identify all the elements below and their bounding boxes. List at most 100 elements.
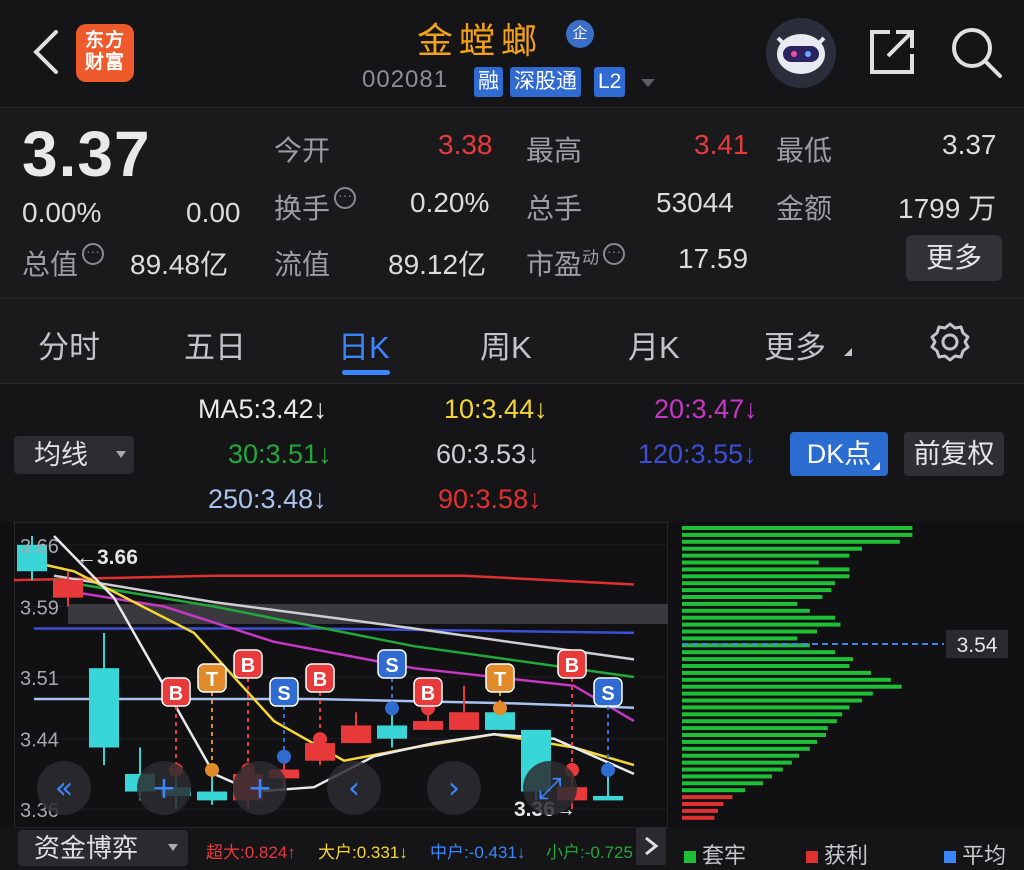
- chart-nav-icon: ‹: [348, 771, 360, 806]
- chip-bar: [682, 664, 850, 668]
- chart-nav-icon: +: [247, 771, 272, 806]
- signal-letter: S: [385, 655, 398, 677]
- legend-trapped: 套牢: [684, 838, 746, 870]
- signal-letter: B: [169, 683, 183, 705]
- back-arrow-icon[interactable]: [26, 24, 66, 80]
- robot-avatar-icon[interactable]: [766, 18, 836, 88]
- float-cap-label: 流值: [274, 249, 331, 280]
- chip-bar: [682, 539, 900, 544]
- chip-bar: [682, 760, 792, 765]
- tab-five-day[interactable]: 五日: [184, 322, 246, 367]
- candle-body: [89, 668, 119, 748]
- adjust-mode-button[interactable]: 前复权: [904, 432, 1004, 476]
- chip-bar: [682, 795, 733, 800]
- high-label: 最高: [526, 135, 583, 166]
- search-icon[interactable]: [948, 24, 1004, 80]
- logo-line1: 东方: [84, 30, 125, 51]
- margin-tag: 融: [474, 67, 503, 97]
- period-tabs: 分时 五日 日K 周K 月K 更多: [0, 300, 1024, 384]
- fund-flow-selector[interactable]: 资金博弈: [18, 830, 188, 866]
- ma90-value: 90:3.58↓: [438, 484, 542, 514]
- volume-value: 53044: [656, 187, 734, 218]
- logo-line2: 财富: [84, 52, 125, 73]
- chip-bar: [682, 677, 891, 682]
- chip-bar: [682, 615, 835, 620]
- signal-letter: B: [313, 669, 327, 691]
- market-cap-label[interactable]: 总值 ···: [22, 243, 105, 283]
- candle-body: [197, 791, 227, 801]
- more-dots-icon[interactable]: ···: [82, 243, 105, 265]
- chart-nav-icon: +: [151, 771, 176, 806]
- corner-caret-icon: [872, 462, 880, 470]
- change-percent: 0.00%: [22, 197, 102, 228]
- tab-intraday[interactable]: 分时: [38, 322, 100, 367]
- chip-bar: [682, 691, 873, 696]
- more-button[interactable]: 更多: [906, 235, 1002, 281]
- pe-label[interactable]: 市盈动 ···: [526, 243, 626, 283]
- chip-bar: [682, 767, 783, 772]
- chip-bar: [682, 753, 799, 758]
- pe-value: 17.59: [678, 243, 749, 274]
- chip-bar: [682, 808, 718, 813]
- ma5-value: MA5:3.42↓: [198, 394, 328, 424]
- flow-small: 小户:-0.725: [546, 843, 633, 862]
- chip-bar: [682, 601, 798, 606]
- chevron-down-icon[interactable]: [641, 79, 655, 87]
- legend-average: 平均: [944, 838, 1006, 870]
- active-tab-indicator: [342, 370, 390, 375]
- flow-large: 大户:0.331↓: [318, 843, 408, 862]
- tab-weekly-k[interactable]: 周K: [480, 322, 532, 367]
- tab-monthly-k[interactable]: 月K: [628, 322, 680, 367]
- chip-bar: [682, 567, 850, 572]
- chip-bar: [682, 815, 715, 820]
- candle-body: [413, 721, 443, 730]
- chip-bar: [682, 636, 798, 641]
- l2-tag: L2: [594, 67, 626, 97]
- ma250-value: 250:3.48↓: [208, 484, 327, 514]
- chevron-right-icon[interactable]: [636, 828, 666, 865]
- turnover-label[interactable]: 换手 ···: [274, 187, 357, 227]
- low-label: 最低: [776, 135, 833, 166]
- kline-chart[interactable]: BTBSBSBTBS←3.663.36→ 3.663.593.513.443.3…: [14, 522, 668, 828]
- legend-swatch: [944, 851, 956, 864]
- high-value: 3.41: [694, 129, 749, 160]
- pe-superscript: 动: [582, 248, 600, 268]
- chip-bar: [682, 684, 902, 689]
- open-value: 3.38: [438, 129, 493, 160]
- signal-letter: B: [421, 683, 435, 705]
- tab-daily-k[interactable]: 日K: [338, 322, 390, 367]
- max-price-label: ←3.66: [76, 546, 138, 569]
- candle-body: [449, 712, 479, 730]
- tab-more[interactable]: 更多: [764, 322, 826, 367]
- signal-dot: [205, 762, 219, 777]
- chip-distribution-chart: 3.54: [682, 526, 1008, 820]
- chip-bar: [682, 739, 817, 744]
- chip-bar: [682, 629, 817, 634]
- low-value: 3.37: [942, 129, 997, 160]
- more-dots-icon[interactable]: ···: [334, 187, 357, 209]
- chip-bar: [682, 657, 853, 662]
- change-value: 0.00: [186, 197, 241, 228]
- chip-bar: [682, 733, 826, 737]
- flow-super: 超大:0.824↑: [206, 843, 296, 862]
- volume-label: 总手: [526, 193, 583, 224]
- turnover-value: 0.20%: [410, 187, 490, 218]
- signal-dot: [385, 701, 399, 716]
- chart-area: BTBSBSBTBS←3.663.36→ 3.663.593.513.443.3…: [0, 522, 1024, 865]
- more-dots-icon[interactable]: ···: [603, 243, 626, 265]
- turnover-label-text: 换手: [274, 193, 331, 224]
- chip-bar: [682, 802, 724, 806]
- gear-icon[interactable]: [928, 320, 972, 364]
- open-label: 今开: [274, 135, 331, 166]
- chart-nav-icon: «: [55, 771, 73, 806]
- signal-dot: [277, 749, 291, 764]
- quote-panel: 3.37 0.00% 0.00 总值 ··· 89.48亿 今开 3.38 换手 ·…: [0, 109, 1024, 299]
- chip-bar: [682, 595, 823, 599]
- legend-swatch: [806, 851, 818, 864]
- chip-bar: [682, 726, 828, 731]
- chip-bar: [682, 670, 871, 675]
- chip-bar: [682, 712, 843, 717]
- share-icon[interactable]: [866, 26, 918, 78]
- enterprise-badge: 企: [566, 20, 594, 48]
- signal-letter: T: [206, 669, 218, 691]
